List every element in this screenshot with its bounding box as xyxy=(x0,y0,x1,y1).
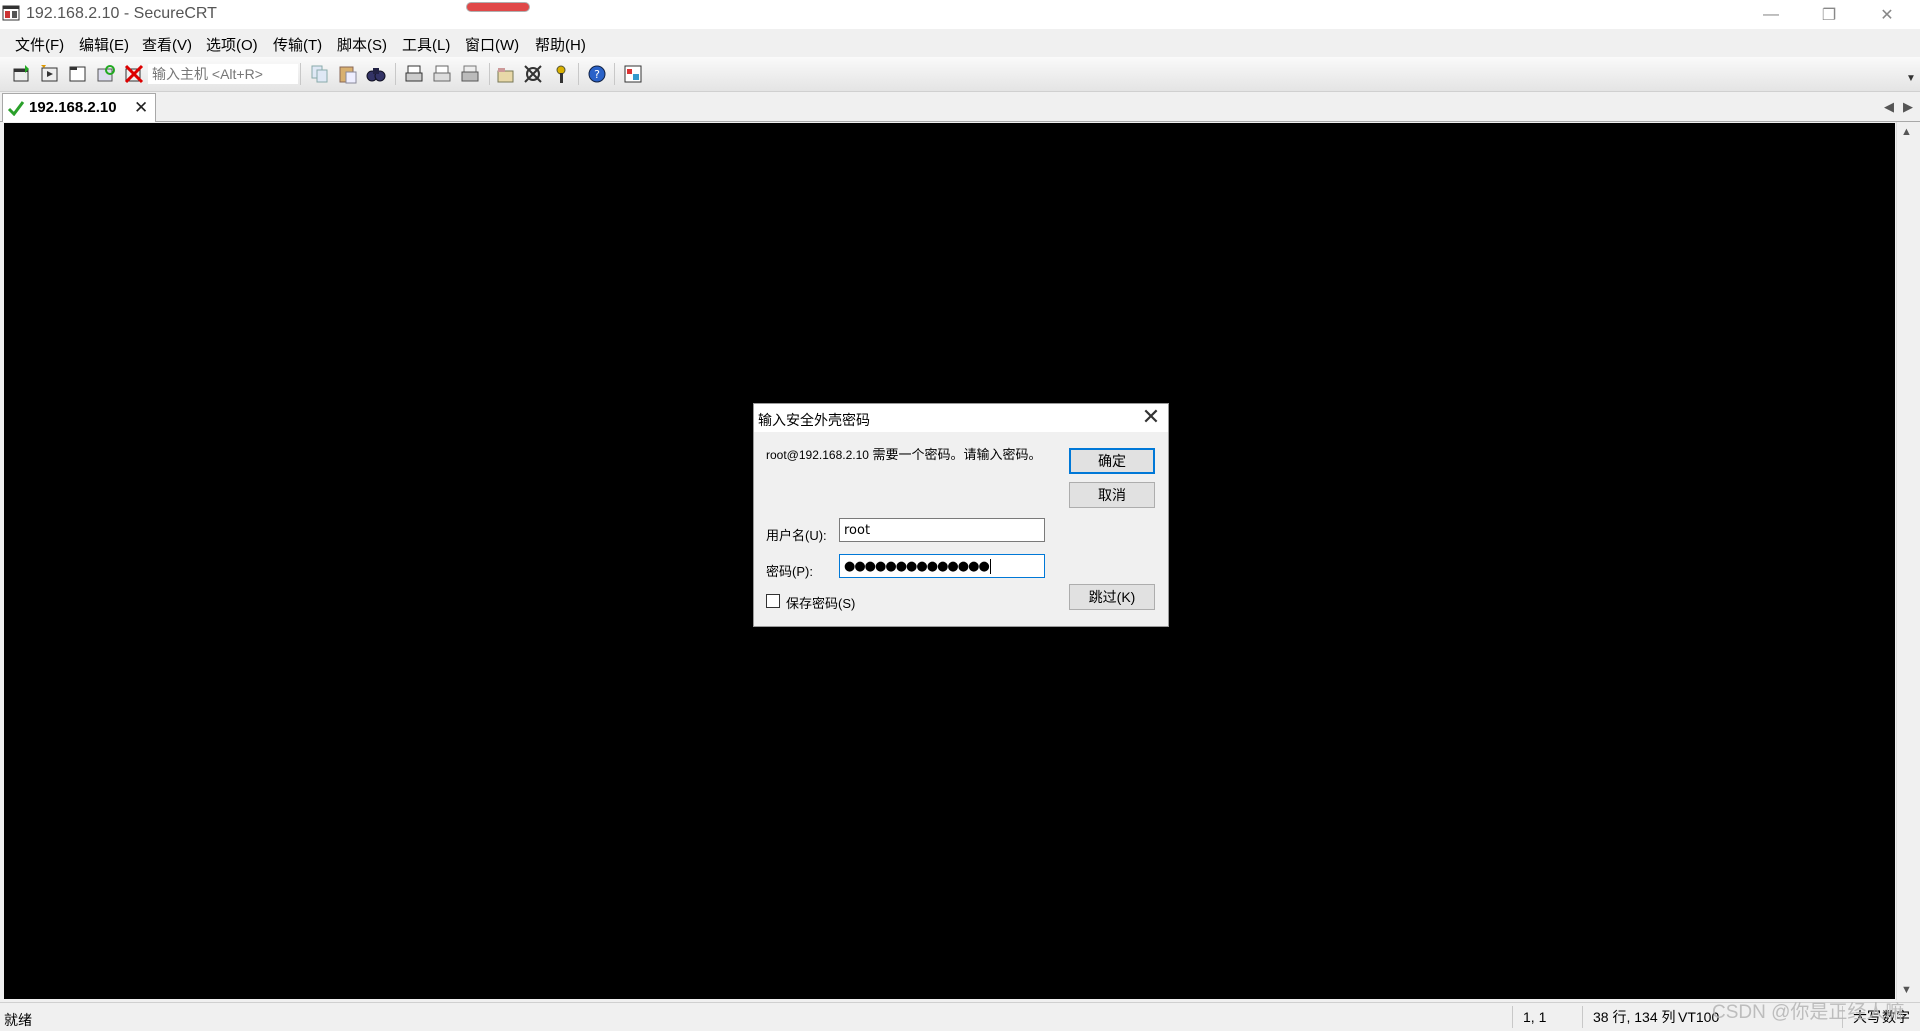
toolbar-separator xyxy=(395,63,396,85)
connected-check-icon xyxy=(7,101,25,116)
session-tab-strip: 192.168.2.10 ✕ ◀ ▶ xyxy=(0,92,1920,122)
menu-script[interactable]: 脚本(S) xyxy=(337,34,387,55)
toolbar-separator xyxy=(300,63,301,85)
cancel-button[interactable]: 取消 xyxy=(1069,482,1155,508)
save-password-label[interactable]: 保存密码(S) xyxy=(786,593,855,612)
window-title: 192.168.2.10 - SecureCRT xyxy=(26,5,217,22)
text-caret xyxy=(989,559,991,574)
session-options-icon[interactable] xyxy=(495,63,517,85)
terminal-scrollbar[interactable]: ▲ ▼ xyxy=(1896,122,1917,1000)
menu-tools[interactable]: 工具(L) xyxy=(402,34,450,55)
printer-icon[interactable] xyxy=(459,63,481,85)
tab-label: 192.168.2.10 xyxy=(29,99,117,116)
menu-window[interactable]: 窗口(W) xyxy=(465,34,519,55)
keymap-icon[interactable] xyxy=(550,63,572,85)
ok-button[interactable]: 确定 xyxy=(1069,448,1155,474)
dialog-message: root@192.168.2.10 需要一个密码。请输入密码。 xyxy=(766,447,1056,463)
toolbar-separator xyxy=(614,63,615,85)
password-label: 密码(P): xyxy=(766,564,813,579)
password-masked-value: ●●●●●●●●●●●●●● xyxy=(844,559,990,574)
toolbar: 输入主机 <Alt+R> ? ▼ xyxy=(0,57,1920,92)
menu-view[interactable]: 查看(V) xyxy=(142,34,192,55)
dialog-title-bar[interactable]: 输入安全外壳密码 ✕ xyxy=(754,404,1168,432)
password-field[interactable]: ●●●●●●●●●●●●●● xyxy=(839,554,1045,578)
connect-icon[interactable] xyxy=(11,63,33,85)
print-selection-icon[interactable] xyxy=(431,63,453,85)
copy-icon[interactable] xyxy=(309,63,331,85)
minimize-button[interactable]: — xyxy=(1742,0,1800,29)
restore-button[interactable]: ❐ xyxy=(1800,0,1858,29)
dialog-message-text: 需要一个密码。请输入密码。 xyxy=(868,447,1042,462)
menu-file[interactable]: 文件(F) xyxy=(15,34,64,55)
menu-options[interactable]: 选项(O) xyxy=(206,34,258,55)
toolbar-separator xyxy=(489,63,490,85)
paste-icon[interactable] xyxy=(337,63,359,85)
scroll-down-icon[interactable]: ▼ xyxy=(1901,984,1912,996)
tab-scroll-left-icon[interactable]: ◀ xyxy=(1884,99,1894,115)
find-icon[interactable] xyxy=(365,63,387,85)
menu-help[interactable]: 帮助(H) xyxy=(535,34,586,55)
securecrt-app-icon xyxy=(2,5,20,21)
title-bar[interactable]: 192.168.2.10 - SecureCRT — ❐ ✕ xyxy=(0,0,1920,29)
close-window-button[interactable]: ✕ xyxy=(1858,0,1916,29)
status-bar: 就绪 1, 1 38 行, 134 列 VT100 大写 数字 xyxy=(0,1002,1920,1031)
connect-in-tab-icon[interactable] xyxy=(67,63,89,85)
menu-transfer[interactable]: 传输(T) xyxy=(273,34,322,55)
print-icon[interactable] xyxy=(403,63,425,85)
scroll-up-icon[interactable]: ▲ xyxy=(1901,126,1912,138)
sftp-icon[interactable] xyxy=(622,63,644,85)
status-dimensions: 38 行, 134 列 xyxy=(1582,1006,1693,1028)
watermark: CSDN @你是正经人嘛 xyxy=(1712,1002,1905,1023)
global-options-icon[interactable] xyxy=(522,63,544,85)
status-cursor-position: 1, 1 xyxy=(1512,1006,1581,1028)
reconnect-icon[interactable] xyxy=(95,63,117,85)
status-ready: 就绪 xyxy=(4,1012,32,1028)
menu-edit[interactable]: 编辑(E) xyxy=(79,34,129,55)
securecrt-window: 192.168.2.10 - SecureCRT — ❐ ✕ 文件(F) 编辑(… xyxy=(0,0,1920,1031)
svg-text:?: ? xyxy=(594,68,600,81)
quick-connect-icon[interactable] xyxy=(39,63,61,85)
username-label: 用户名(U): xyxy=(766,528,827,543)
dialog-close-icon[interactable]: ✕ xyxy=(1136,405,1166,431)
save-password-checkbox[interactable] xyxy=(766,594,780,608)
quick-connect-input[interactable]: 输入主机 <Alt+R> xyxy=(148,64,298,84)
dialog-title: 输入安全外壳密码 xyxy=(758,412,870,428)
toolbar-overflow-icon[interactable]: ▼ xyxy=(1906,73,1916,84)
dialog-message-host: root@192.168.2.10 xyxy=(766,448,869,462)
disconnect-icon[interactable] xyxy=(123,63,145,85)
toolbar-separator xyxy=(578,63,579,85)
password-dialog: 输入安全外壳密码 ✕ root@192.168.2.10 需要一个密码。请输入密… xyxy=(753,403,1169,627)
skip-button[interactable]: 跳过(K) xyxy=(1069,584,1155,610)
tab-scroll-right-icon[interactable]: ▶ xyxy=(1903,99,1913,115)
help-icon[interactable]: ? xyxy=(586,63,608,85)
username-field[interactable]: root xyxy=(839,518,1045,542)
tab-close-icon[interactable]: ✕ xyxy=(134,98,148,118)
title-indicator xyxy=(466,2,530,12)
menu-bar: 文件(F) 编辑(E) 查看(V) 选项(O) 传输(T) 脚本(S) 工具(L… xyxy=(0,29,1920,57)
session-tab[interactable]: 192.168.2.10 ✕ xyxy=(2,93,156,122)
